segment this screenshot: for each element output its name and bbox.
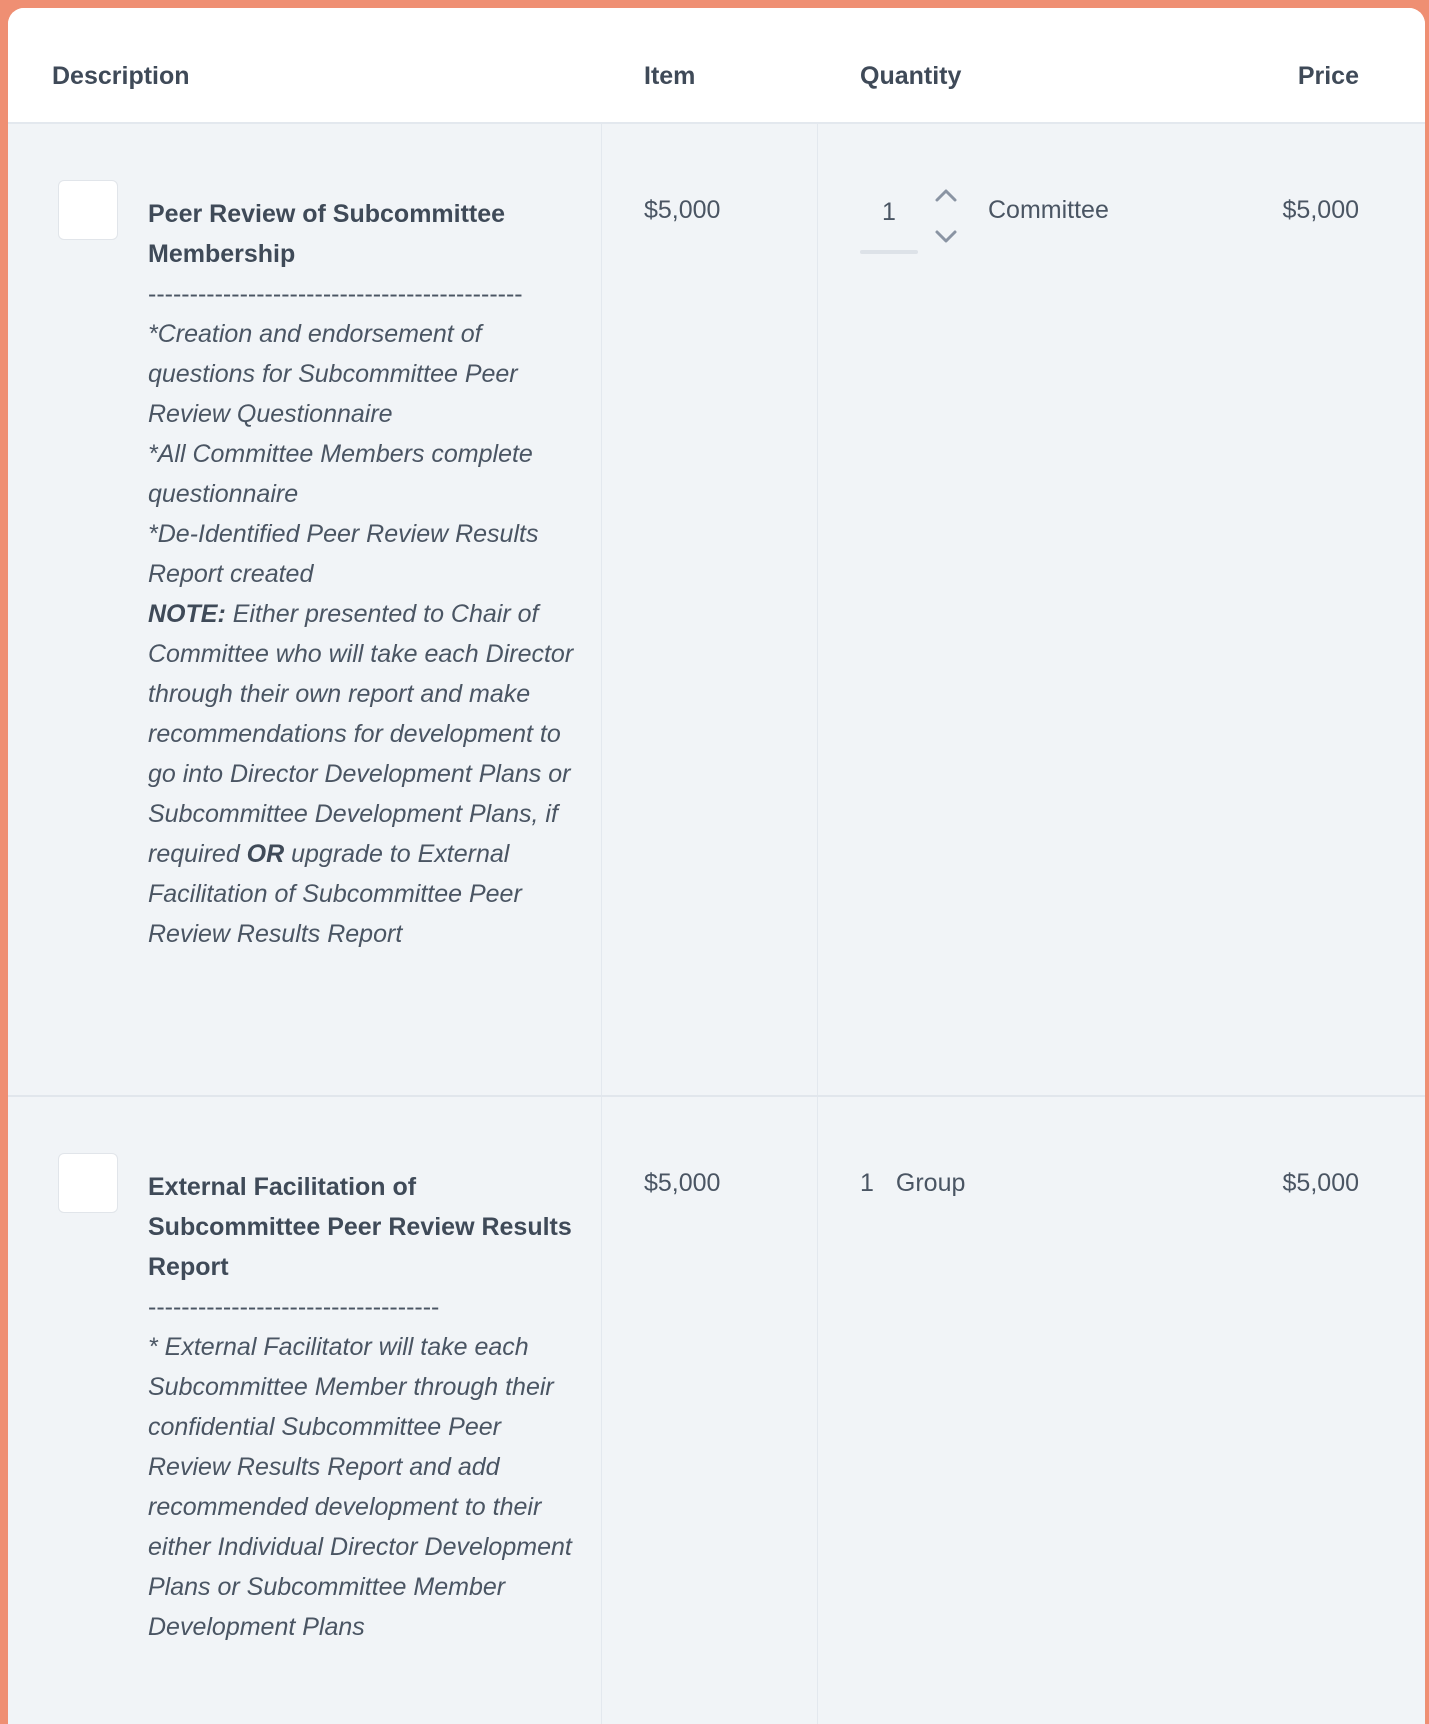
chevron-up-icon[interactable] — [934, 184, 958, 208]
description-divider: ----------------------------------- — [148, 1293, 440, 1321]
chevron-down-icon[interactable] — [934, 224, 958, 248]
description-body: * External Facilitator will take each Su… — [148, 1333, 572, 1641]
description-cell: External Facilitation of Subcommittee Pe… — [8, 1097, 602, 1724]
select-checkbox[interactable] — [58, 1153, 118, 1213]
stepper-arrows — [926, 184, 966, 248]
quantity-cell: 1 Committee — [818, 124, 1220, 1095]
quantity-input-underline — [860, 250, 918, 254]
note-text: Either presented to Chair of Committee w… — [148, 600, 574, 868]
item-price: $5,000 — [602, 1097, 818, 1724]
quantity-stepper: 1 Committee — [860, 189, 1220, 254]
description-line: *All Committee Members complete question… — [148, 440, 533, 508]
note-label: NOTE: — [148, 600, 226, 628]
quantity-input-wrapper: 1 — [860, 196, 918, 254]
quantity-value: 1 — [860, 1169, 874, 1197]
quantity-unit: Group — [895, 1169, 966, 1197]
description-divider: ----------------------------------------… — [148, 280, 523, 308]
line-total-price: $5,000 — [1282, 1169, 1359, 1197]
quantity-display: 1 Group — [860, 1169, 1220, 1198]
description-body: *Creation and endorsement of questions f… — [148, 314, 578, 954]
description-line: *Creation and endorsement of questions f… — [148, 320, 518, 428]
quote-line-items-panel: Description Item Quantity Price Peer Rev… — [8, 8, 1425, 1724]
table-header: Description Item Quantity Price — [8, 8, 1425, 124]
table-row: Peer Review of Subcommittee Membership -… — [8, 124, 1425, 1097]
line-item-title: Peer Review of Subcommittee Membership — [148, 200, 506, 268]
line-total-price: $5,000 — [1282, 196, 1359, 224]
table-row: External Facilitation of Subcommittee Pe… — [8, 1097, 1425, 1724]
description-text: Peer Review of Subcommittee Membership -… — [148, 194, 578, 954]
header-item: Item — [644, 62, 696, 90]
or-label: OR — [246, 840, 285, 868]
description-text: External Facilitation of Subcommittee Pe… — [148, 1167, 578, 1647]
header-price: Price — [1297, 62, 1359, 90]
quantity-cell: 1 Group — [818, 1097, 1220, 1724]
header-description: Description — [52, 62, 190, 90]
description-note: NOTE: Either presented to Chair of Commi… — [148, 594, 578, 954]
description-cell: Peer Review of Subcommittee Membership -… — [8, 124, 602, 1095]
select-checkbox[interactable] — [58, 180, 118, 240]
quantity-input[interactable]: 1 — [860, 196, 918, 227]
line-item-title: External Facilitation of Subcommittee Pe… — [148, 1173, 572, 1281]
quantity-unit: Committee — [988, 196, 1109, 224]
item-price: $5,000 — [602, 124, 818, 1095]
header-quantity: Quantity — [860, 62, 962, 90]
description-line: *De-Identified Peer Review Results Repor… — [148, 520, 539, 588]
